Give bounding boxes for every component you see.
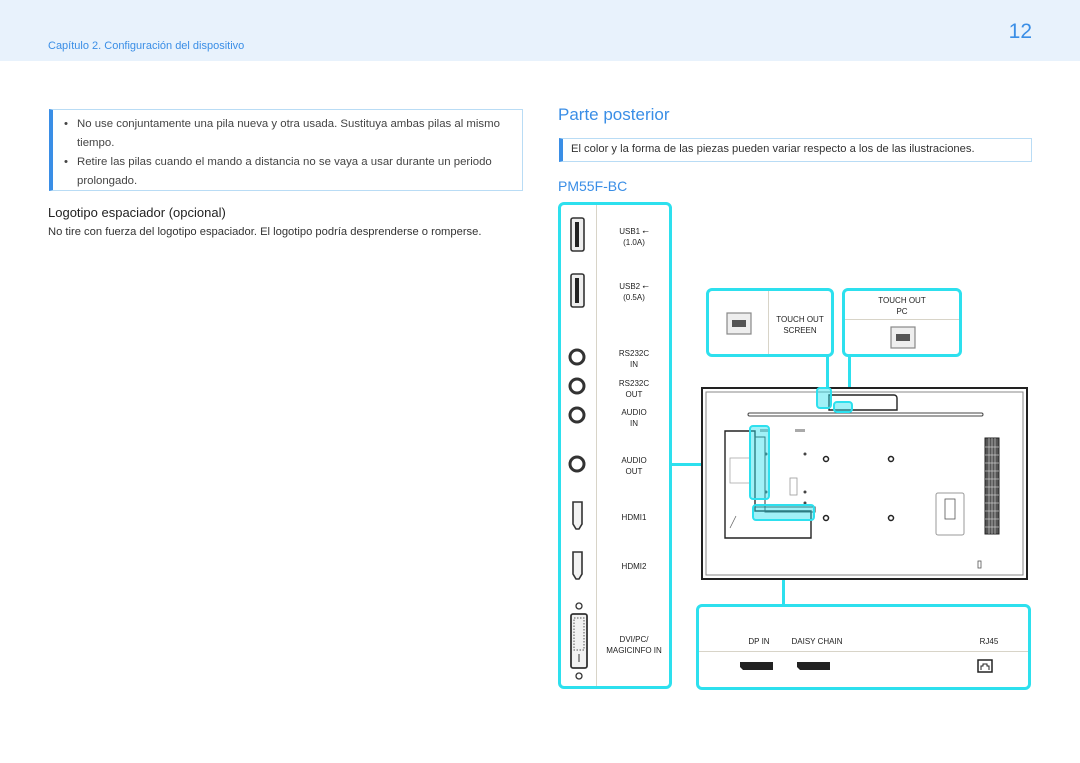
port-label-rs232c-in: RS232C IN <box>618 349 650 369</box>
note-item: Retire las pilas cuando el mando a dista… <box>64 153 512 191</box>
touch-out-screen-highlight <box>816 387 832 409</box>
round-jack-icon <box>568 455 586 473</box>
page-number: 12 <box>1008 20 1032 43</box>
port-label-audio-in: AUDIO IN <box>621 408 647 428</box>
battery-note-box: No use conjuntamente una pila nueva y ot… <box>49 109 523 191</box>
touch-out-pc-highlight <box>833 401 853 413</box>
side-port-icons <box>568 217 588 680</box>
port-label-daisy-chain: DAISY CHAIN <box>791 637 843 646</box>
color-note-box: El color y la forma de las piezas pueden… <box>559 138 1032 162</box>
dvi-port-icon <box>570 602 588 680</box>
model-name: PM55F-BC <box>558 178 628 194</box>
logo-spacer-text: No tire con fuerza del logotipo espaciad… <box>48 226 482 238</box>
port-label-hdmi2: HDMI2 <box>621 562 647 571</box>
usb-port-icon <box>570 273 585 308</box>
port-label-hdmi1: HDMI1 <box>621 513 647 522</box>
touch-out-pc-label: TOUCH OUT PC <box>878 296 926 316</box>
port-label-audio-out: AUDIO OUT <box>621 456 647 476</box>
displayport-icon <box>797 662 830 670</box>
hdmi-port-icon <box>572 551 583 580</box>
bottom-port-icons <box>740 659 993 673</box>
round-jack-icon <box>568 377 586 395</box>
displayport-icon <box>740 662 773 670</box>
color-note-text: El color y la forma de las piezas pueden… <box>571 143 975 155</box>
bottom-ports-panel: DP IN DAISY CHAIN RJ45 <box>696 604 1031 690</box>
touch-out-screen-label: TOUCH OUT SCREEN <box>776 315 824 335</box>
round-jack-icon <box>568 348 586 366</box>
port-label-dp-in: DP IN <box>748 637 770 646</box>
side-ports-highlight <box>749 425 770 500</box>
port-label-rs232c-out: RS232C OUT <box>618 379 650 399</box>
port-label-rj45: RJ45 <box>979 637 999 646</box>
section-title: Parte posterior <box>558 105 670 124</box>
touch-out-screen-panel: TOUCH OUT SCREEN <box>706 288 834 357</box>
chapter-title: Capítulo 2. Configuración del dispositiv… <box>48 40 245 52</box>
rj45-port-icon <box>977 659 993 673</box>
usb-b-port-icon <box>890 326 916 349</box>
hdmi-port-icon <box>572 501 583 530</box>
port-label-usb1: USB1 ⭠ (1.0A) <box>619 227 649 247</box>
touch-out-pc-panel: TOUCH OUT PC <box>842 288 962 357</box>
page-header: Capítulo 2. Configuración del dispositiv… <box>0 0 1080 61</box>
bottom-ports-highlight <box>752 504 815 521</box>
port-label-usb2: USB2 ⭠ (0.5A) <box>619 282 649 302</box>
logo-spacer-heading: Logotipo espaciador (opcional) <box>48 205 226 220</box>
port-label-dvi: DVI/PC/ MAGICINFO IN <box>606 635 662 655</box>
usb-port-icon <box>570 217 585 252</box>
usb-b-port-icon <box>726 312 752 335</box>
round-jack-icon <box>568 406 586 424</box>
side-ports-panel: USB1 ⭠ (1.0A) USB2 ⭠ (0.5A) RS232C IN RS… <box>558 202 672 689</box>
note-item: No use conjuntamente una pila nueva y ot… <box>64 115 512 153</box>
